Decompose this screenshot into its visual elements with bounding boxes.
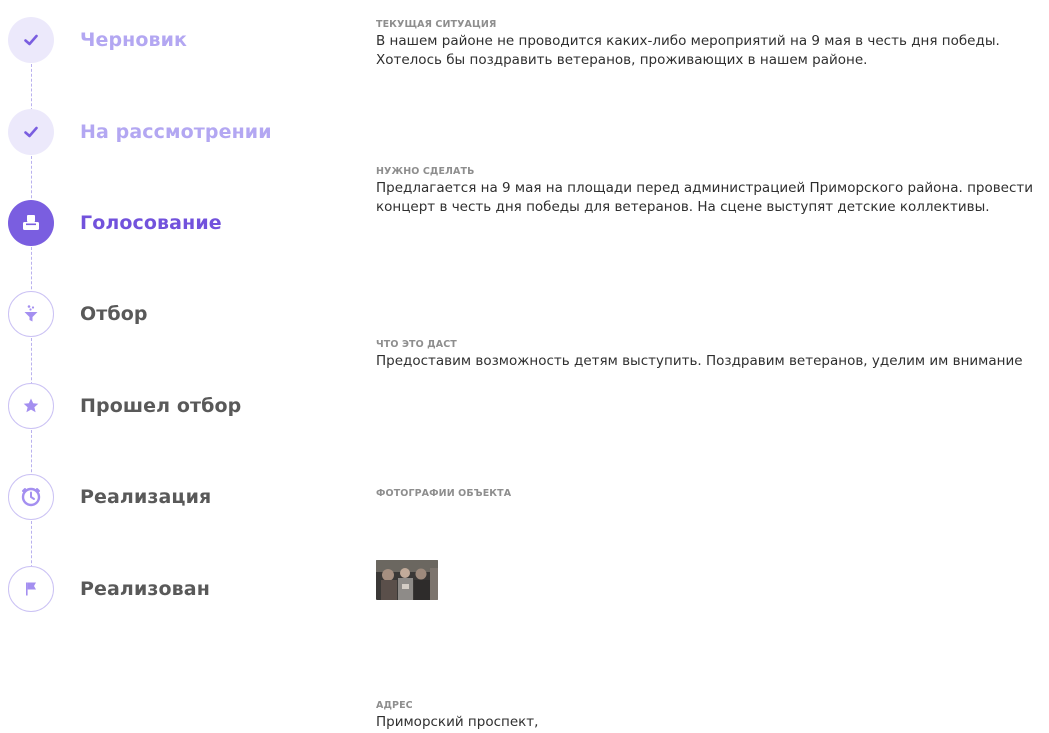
step-implemented: Реализован <box>8 565 308 613</box>
section-text: В нашем районе не проводится каких-либо … <box>376 33 1000 68</box>
status-stepper: Черновик На рассмотрении Голосование Отб… <box>0 0 320 733</box>
step-implementation-circle <box>8 474 54 520</box>
star-icon <box>23 398 39 413</box>
section-heading: Текущая ситуация <box>376 19 497 30</box>
step-voting-circle <box>8 200 54 246</box>
step-selection-circle <box>8 291 54 337</box>
step-review-label: На рассмотрении <box>80 121 272 143</box>
step-passed-selection-circle <box>8 383 54 429</box>
section-photos: Фотографии объекта <box>376 488 1036 501</box>
section-heading: Что это даст <box>376 339 457 350</box>
section-heading: Нужно сделать <box>376 166 475 177</box>
step-draft-circle <box>8 17 54 63</box>
flag-icon <box>26 582 36 596</box>
step-implemented-circle <box>8 566 54 612</box>
section-todo: Нужно сделать Предлагается на 9 мая на п… <box>376 166 1036 217</box>
section-text: Предоставим возможность детям выступить.… <box>376 353 1023 369</box>
section-heading: Фотографии объекта <box>376 488 512 499</box>
ballot-box-icon <box>23 215 39 230</box>
photo-image <box>376 560 438 600</box>
project-page: Черновик На рассмотрении Голосование Отб… <box>0 0 1049 733</box>
step-voting-label: Голосование <box>80 212 222 234</box>
step-implementation: Реализация <box>8 473 308 521</box>
step-passed-selection: Прошел отбор <box>8 382 308 430</box>
clock-icon <box>21 487 41 507</box>
step-voting: Голосование <box>8 199 308 247</box>
step-review-circle <box>8 109 54 155</box>
step-draft: Черновик <box>8 16 308 64</box>
section-text: Предлагается на 9 мая на площади перед а… <box>376 180 1034 215</box>
check-icon <box>24 126 38 138</box>
section-heading: Адрес <box>376 700 413 711</box>
step-selection: Отбор <box>8 290 308 338</box>
section-current-situation: Текущая ситуация В нашем районе не прово… <box>376 19 1036 70</box>
section-text: Приморский проспект, <box>376 714 539 730</box>
step-passed-selection-label: Прошел отбор <box>80 395 242 417</box>
filter-funnel-icon <box>24 305 38 322</box>
step-review: На рассмотрении <box>8 108 308 156</box>
check-icon <box>24 34 38 46</box>
section-address: Адрес Приморский проспект, <box>376 700 1036 732</box>
object-photo-thumbnail[interactable] <box>376 560 438 600</box>
step-implemented-label: Реализован <box>80 578 210 600</box>
step-implementation-label: Реализация <box>80 486 212 508</box>
section-result: Что это даст Предоставим возможность дет… <box>376 339 1036 371</box>
step-draft-label: Черновик <box>80 29 188 51</box>
step-selection-label: Отбор <box>80 303 148 325</box>
